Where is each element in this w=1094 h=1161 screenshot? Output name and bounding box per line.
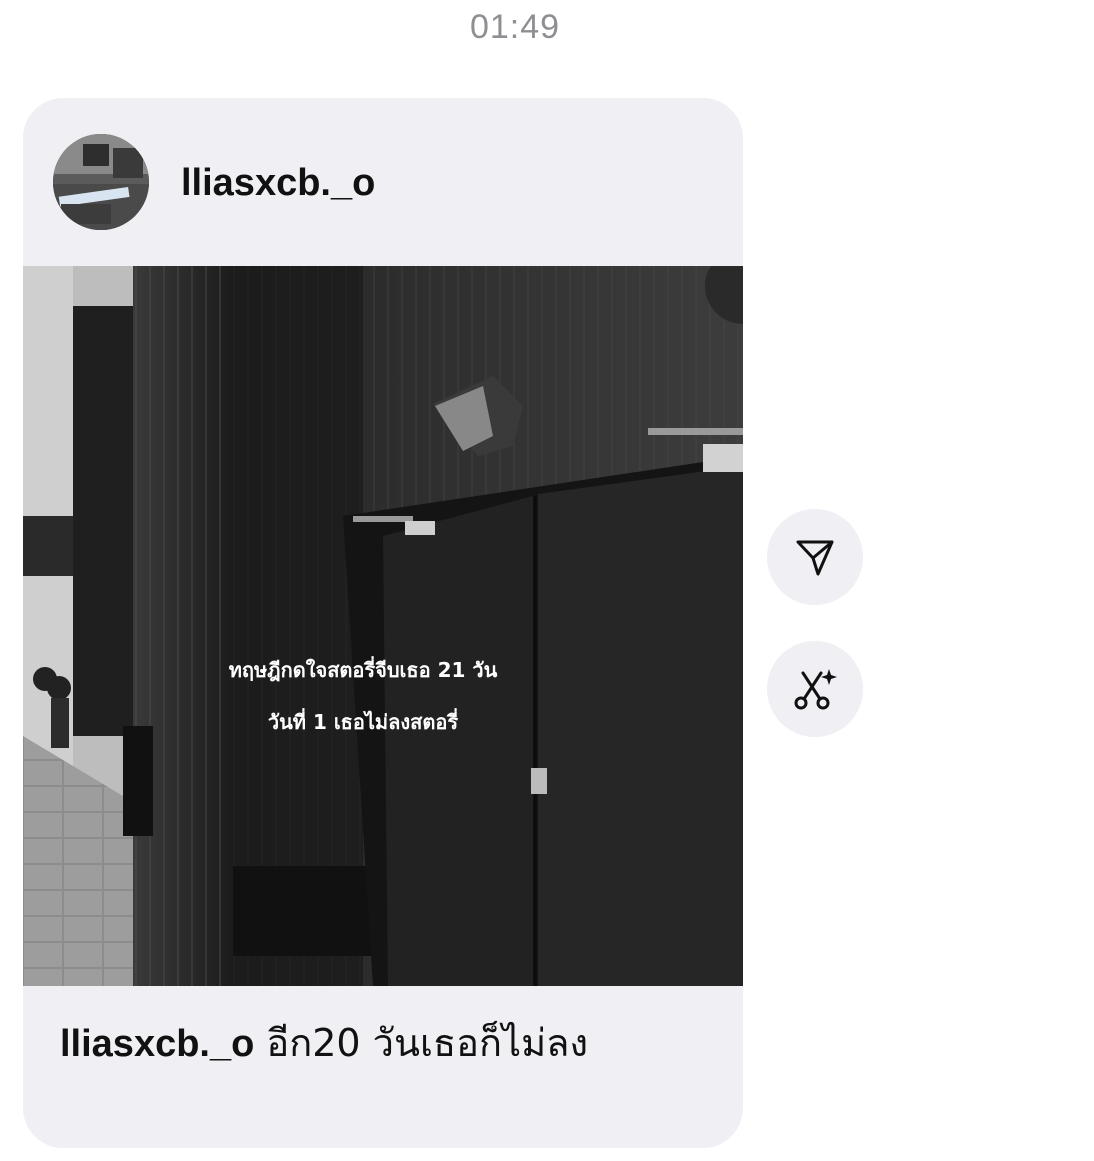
story-overlay-line-2: วันที่ 1 เธอไม่ลงสตอรี่ [267, 710, 459, 734]
cut-ai-button[interactable] [767, 641, 863, 737]
caption-text: อีก20 วันเธอก็ไม่ลง [266, 1021, 589, 1065]
post-image[interactable]: ทฤษฎีกดใจสตอรี่จีบเธอ 21 วัน วันที่ 1 เธ… [23, 266, 743, 986]
share-button[interactable] [767, 509, 863, 605]
send-icon [796, 540, 834, 576]
post-header[interactable]: lliasxcb._o [23, 98, 743, 266]
message-timestamp: 01:49 [469, 8, 561, 46]
caption-username[interactable]: lliasxcb._o [60, 1023, 254, 1065]
avatar[interactable] [53, 134, 149, 230]
post-username[interactable]: lliasxcb._o [181, 160, 375, 206]
post-caption: lliasxcb._o อีก20 วันเธอก็ไม่ลง [60, 1020, 588, 1067]
shared-post-card[interactable]: lliasxcb._o ทฤษฎีกดใจสตอรี่จีบเธอ 21 วัน… [23, 98, 743, 1148]
scissors-sparkle-icon [794, 669, 837, 710]
story-overlay-line-1: ทฤษฎีกดใจสตอรี่จีบเธอ 21 วัน [228, 658, 498, 682]
